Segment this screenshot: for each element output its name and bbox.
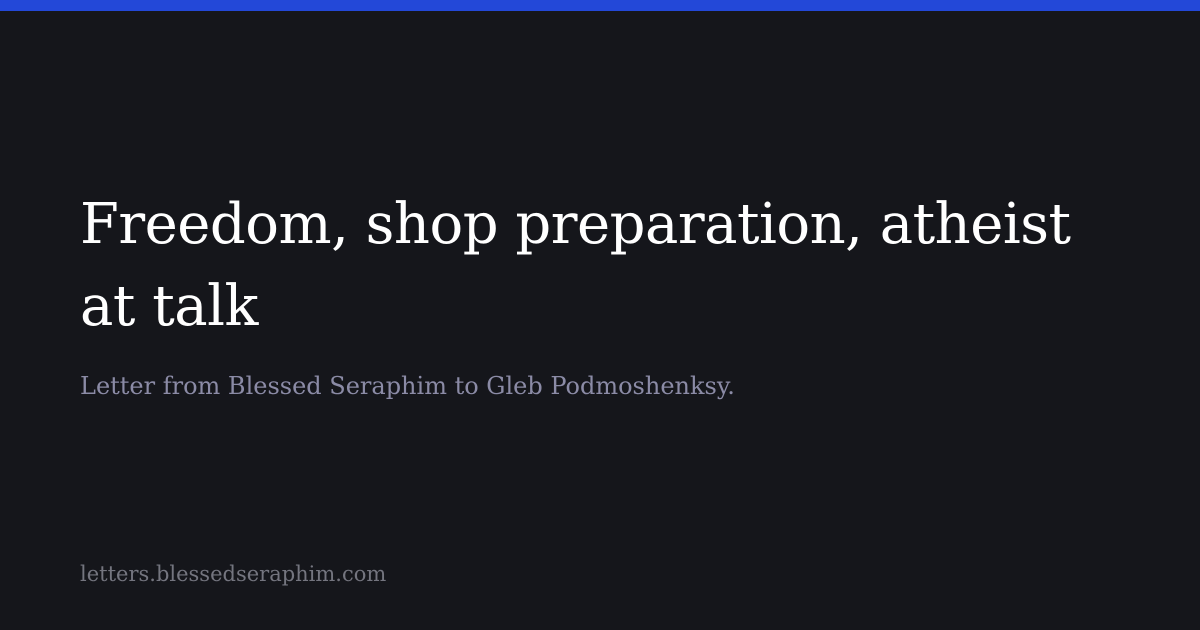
social-share-card: Freedom, shop preparation, atheist at ta… bbox=[0, 0, 1200, 630]
site-domain: letters.blessedseraphim.com bbox=[80, 562, 387, 586]
accent-bar bbox=[0, 0, 1200, 11]
page-title: Freedom, shop preparation, atheist at ta… bbox=[80, 192, 1071, 339]
page-subtitle: Letter from Blessed Seraphim to Gleb Pod… bbox=[80, 372, 735, 400]
